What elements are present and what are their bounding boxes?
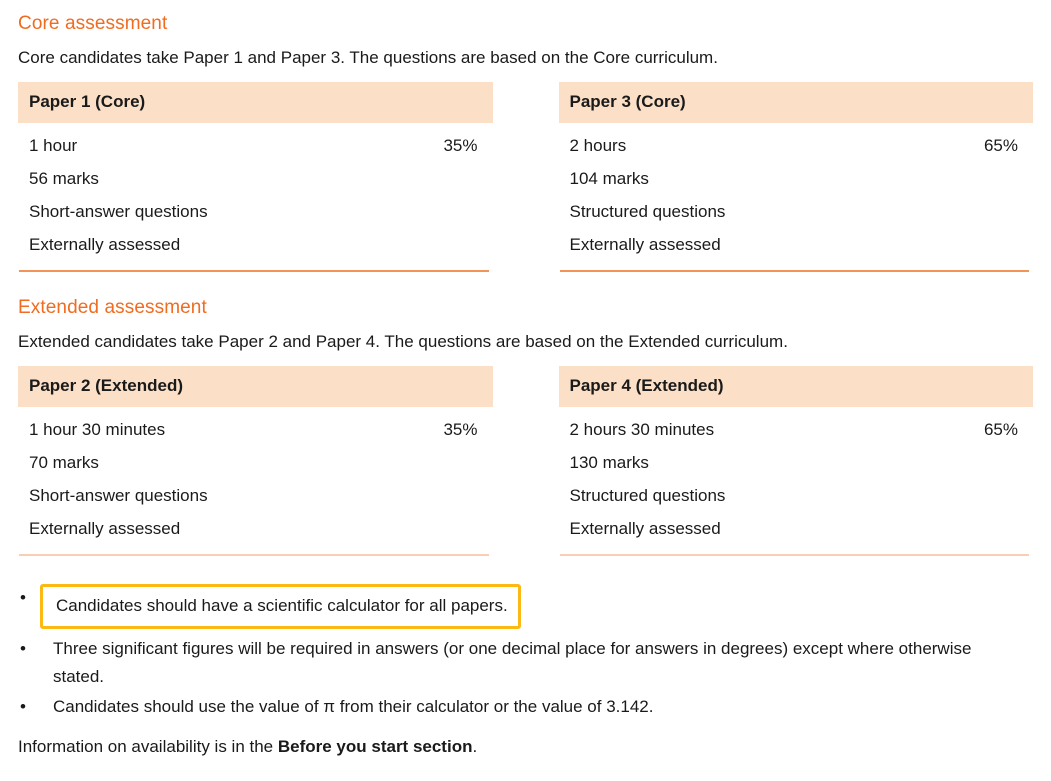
assessment-overview-page: Core assessment Core candidates take Pap… (0, 0, 1051, 781)
paper-card-assessment-row: Externally assessed (29, 512, 482, 545)
list-item-calculator-note: Candidates should have a scientific calc… (18, 584, 1013, 629)
paper-weighting: 35% (443, 136, 478, 155)
list-item-pi-value-note: Candidates should use the value of π fro… (18, 693, 1013, 721)
paper-card-marks-row: 56 marks (29, 162, 482, 195)
extended-assessment-intro: Extended candidates take Paper 2 and Pap… (18, 332, 788, 351)
paper-card-title: Paper 2 (Extended) (18, 366, 493, 407)
availability-text-after: . (472, 737, 478, 756)
assessment-notes-list-wrap: Candidates should have a scientific calc… (18, 584, 1013, 721)
paper-card-duration-row: 1 hour 30 minutes 35% (29, 413, 482, 446)
paper-card-divider (559, 554, 1029, 556)
core-assessment-heading: Core assessment (18, 13, 168, 34)
paper-duration: 1 hour (29, 136, 78, 155)
paper-card-title: Paper 3 (Core) (558, 82, 1033, 123)
paper-question-type: Structured questions (569, 202, 726, 221)
paper-card-paper-2-extended: Paper 2 (Extended) 1 hour 30 minutes 35%… (18, 366, 493, 556)
highlighted-note-box: Candidates should have a scientific calc… (40, 584, 521, 629)
extended-assessment-intro-wrap: Extended candidates take Paper 2 and Pap… (18, 330, 1033, 354)
paper-duration: 1 hour 30 minutes (29, 420, 166, 439)
availability-info: Information on availability is in the Be… (18, 735, 1033, 759)
paper-assessment-mode: Externally assessed (569, 519, 721, 538)
paper-marks: 70 marks (29, 453, 99, 472)
before-you-start-section-reference: Before you start section (277, 737, 473, 756)
paper-card-assessment-row: Externally assessed (29, 228, 482, 261)
core-paper-cards: Paper 1 (Core) 1 hour 35% 56 marks Short… (18, 82, 1033, 272)
paper-duration: 2 hours (569, 136, 627, 155)
paper-duration: 2 hours 30 minutes (569, 420, 715, 439)
paper-card-body: 1 hour 35% 56 marks Short-answer questio… (18, 123, 493, 261)
core-assessment-intro-wrap: Core candidates take Paper 1 and Paper 3… (18, 46, 1033, 70)
paper-marks: 56 marks (29, 169, 99, 188)
note-text: Candidates should use the value of π fro… (53, 697, 654, 716)
extended-paper-cards: Paper 2 (Extended) 1 hour 30 minutes 35%… (18, 366, 1033, 556)
paper-question-type: Short-answer questions (29, 486, 208, 505)
paper-card-divider (559, 270, 1029, 272)
paper-card-divider (19, 270, 489, 272)
paper-card-duration-row: 1 hour 35% (29, 129, 482, 162)
note-text: Three significant figures will be requir… (53, 639, 972, 686)
paper-card-duration-row: 2 hours 65% (570, 129, 1023, 162)
paper-card-duration-row: 2 hours 30 minutes 65% (570, 413, 1023, 446)
paper-question-type: Structured questions (569, 486, 726, 505)
paper-assessment-mode: Externally assessed (29, 519, 181, 538)
list-item-significant-figures-note: Three significant figures will be requir… (18, 635, 1013, 691)
paper-card-marks-row: 130 marks (570, 446, 1023, 479)
paper-assessment-mode: Externally assessed (569, 235, 721, 254)
paper-card-paper-1-core: Paper 1 (Core) 1 hour 35% 56 marks Short… (18, 82, 493, 272)
paper-weighting: 65% (983, 136, 1018, 155)
paper-question-type: Short-answer questions (29, 202, 208, 221)
paper-card-marks-row: 70 marks (29, 446, 482, 479)
extended-assessment-section: Extended assessment (18, 296, 1033, 320)
paper-card-body: 2 hours 65% 104 marks Structured questio… (559, 123, 1034, 261)
paper-card-assessment-row: Externally assessed (570, 512, 1023, 545)
paper-card-question-type-row: Structured questions (570, 479, 1023, 512)
paper-card-body: 2 hours 30 minutes 65% 130 marks Structu… (559, 407, 1034, 545)
extended-assessment-heading: Extended assessment (18, 297, 207, 318)
paper-card-question-type-row: Structured questions (570, 195, 1023, 228)
paper-card-question-type-row: Short-answer questions (29, 479, 482, 512)
core-assessment-intro: Core candidates take Paper 1 and Paper 3… (18, 48, 718, 67)
paper-weighting: 35% (443, 420, 478, 439)
availability-info-wrap: Information on availability is in the Be… (18, 735, 1033, 759)
paper-marks: 130 marks (569, 453, 649, 472)
paper-marks: 104 marks (569, 169, 649, 188)
paper-weighting: 65% (983, 420, 1018, 439)
paper-card-title: Paper 4 (Extended) (558, 366, 1033, 407)
paper-card-body: 1 hour 30 minutes 35% 70 marks Short-ans… (18, 407, 493, 545)
paper-card-question-type-row: Short-answer questions (29, 195, 482, 228)
paper-card-paper-4-extended: Paper 4 (Extended) 2 hours 30 minutes 65… (558, 366, 1034, 556)
paper-assessment-mode: Externally assessed (29, 235, 181, 254)
paper-card-marks-row: 104 marks (570, 162, 1023, 195)
paper-card-paper-3-core: Paper 3 (Core) 2 hours 65% 104 marks Str… (558, 82, 1034, 272)
availability-text-before: Information on availability is in the (18, 737, 278, 756)
core-assessment-section: Core assessment (18, 12, 1033, 36)
assessment-notes-list: Candidates should have a scientific calc… (18, 584, 1013, 721)
paper-card-assessment-row: Externally assessed (570, 228, 1023, 261)
paper-card-divider (19, 554, 489, 556)
paper-card-title: Paper 1 (Core) (18, 82, 493, 123)
